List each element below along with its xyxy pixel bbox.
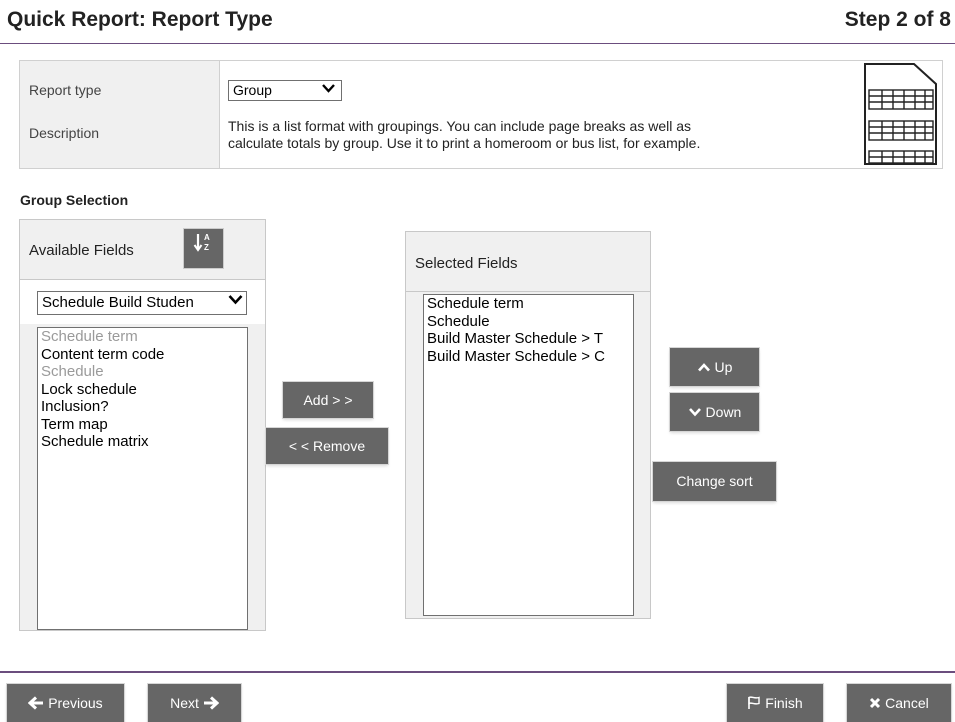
close-icon xyxy=(869,695,885,711)
move-up-button[interactable]: Up xyxy=(670,348,759,386)
list-item[interactable]: Schedule xyxy=(38,363,247,381)
sort-alpha-button[interactable]: A Z xyxy=(184,229,223,268)
flag-icon xyxy=(747,695,765,711)
previous-button[interactable]: Previous xyxy=(7,684,124,722)
report-type-value: Group xyxy=(233,82,272,98)
list-item[interactable]: Schedule term xyxy=(424,295,633,313)
sort-alpha-icon: A Z xyxy=(193,233,215,256)
add-button[interactable]: Add > > xyxy=(283,382,373,418)
arrow-left-icon xyxy=(28,695,48,711)
field-table-select[interactable]: Schedule Build Studen xyxy=(37,291,247,315)
field-table-value: Schedule Build Studen xyxy=(42,294,194,311)
report-type-select[interactable]: Group xyxy=(228,80,342,101)
selected-fields-list[interactable]: Schedule term Schedule Build Master Sche… xyxy=(423,294,634,616)
chevron-down-icon xyxy=(226,292,243,310)
chevron-up-icon xyxy=(697,359,715,375)
list-item[interactable]: Schedule xyxy=(424,313,633,331)
list-item[interactable]: Schedule matrix xyxy=(38,433,247,451)
selected-fields-panel: Selected Fields Schedule term Schedule B… xyxy=(405,231,651,619)
arrow-right-icon xyxy=(203,695,220,711)
chevron-down-icon xyxy=(322,81,335,96)
list-item[interactable]: Lock schedule xyxy=(38,381,247,399)
previous-label: Previous xyxy=(48,695,103,711)
list-item[interactable]: Build Master Schedule > T xyxy=(424,330,633,348)
report-info-table: Report type Description Group This is a … xyxy=(19,60,943,169)
svg-text:Z: Z xyxy=(204,243,209,252)
available-fields-list[interactable]: Schedule term Content term code Schedule… xyxy=(37,327,248,630)
svg-text:A: A xyxy=(204,233,210,242)
step-indicator: Step 2 of 8 xyxy=(844,8,951,31)
move-down-label: Down xyxy=(705,404,742,420)
finish-button[interactable]: Finish xyxy=(727,684,823,722)
description-label: Description xyxy=(29,125,100,141)
change-sort-button[interactable]: Change sort xyxy=(653,462,776,501)
cancel-button[interactable]: Cancel xyxy=(847,684,951,722)
page-title: Quick Report: Report Type xyxy=(7,8,273,31)
next-button[interactable]: Next xyxy=(148,684,241,722)
list-item[interactable]: Schedule term xyxy=(38,328,247,346)
info-values: Group This is a list format with groupin… xyxy=(219,61,942,168)
move-up-label: Up xyxy=(714,359,733,375)
available-fields-title: Available Fields xyxy=(29,242,134,259)
selected-fields-title: Selected Fields xyxy=(415,255,518,272)
list-item[interactable]: Build Master Schedule > C xyxy=(424,348,633,366)
available-fields-header: Available Fields A Z xyxy=(20,220,265,280)
cancel-label: Cancel xyxy=(885,695,929,711)
remove-button[interactable]: < < Remove xyxy=(266,428,388,464)
move-down-button[interactable]: Down xyxy=(670,393,759,431)
report-type-label: Report type xyxy=(29,82,102,98)
page-header: Quick Report: Report Type Step 2 of 8 xyxy=(0,0,955,44)
info-labels: Report type Description xyxy=(20,61,219,168)
list-item[interactable]: Term map xyxy=(38,416,247,434)
list-item[interactable]: Content term code xyxy=(38,346,247,364)
footer-divider xyxy=(0,671,955,673)
description-line: This is a list format with groupings. Yo… xyxy=(228,118,692,134)
report-description: This is a list format with groupings. Yo… xyxy=(228,118,838,152)
group-selection-heading: Group Selection xyxy=(20,192,129,208)
chevron-down-icon xyxy=(688,404,706,420)
report-document-icon xyxy=(862,61,938,167)
finish-label: Finish xyxy=(765,695,803,711)
description-line: calculate totals by group. Use it to pri… xyxy=(228,135,701,151)
next-label: Next xyxy=(170,695,199,711)
selected-fields-header: Selected Fields xyxy=(406,232,650,292)
list-item[interactable]: Inclusion? xyxy=(38,398,247,416)
available-fields-panel: Available Fields A Z Schedule Build Stud… xyxy=(19,219,266,631)
